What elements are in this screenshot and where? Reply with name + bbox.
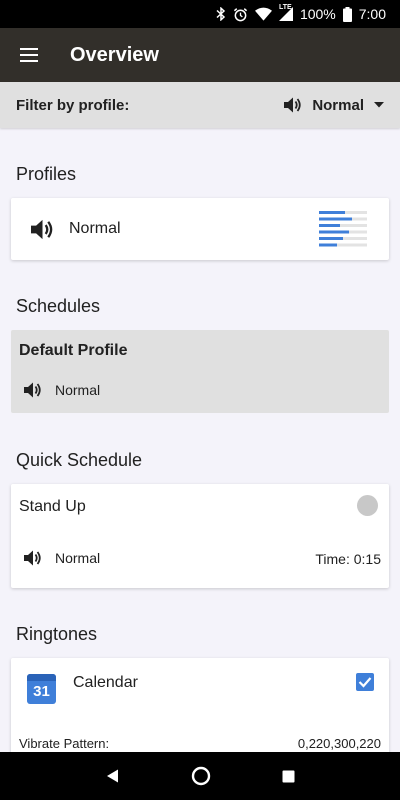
vibrate-pattern-value: 0,220,300,220 [297, 736, 381, 751]
app-bar: Overview [0, 28, 400, 82]
profile-filter-dropdown[interactable]: Normal [284, 97, 384, 114]
bluetooth-icon [216, 7, 226, 21]
clock: 7:00 [358, 6, 386, 22]
profile-name: Normal [69, 220, 121, 237]
navigation-bar [0, 752, 400, 800]
vibrate-pattern-label: Vibrate Pattern: [19, 736, 110, 751]
ringtone-card-calendar[interactable]: 31 Calendar Vibrate Pattern: 0,220,300,2… [11, 658, 389, 758]
schedule-profile: Normal [55, 382, 101, 398]
schedule-name: Default Profile [19, 342, 128, 359]
schedules-section-title: Schedules [16, 296, 101, 316]
profiles-section-title: Profiles [16, 164, 77, 184]
ringtones-section-title: Ringtones [16, 624, 98, 644]
schedule-card-default[interactable]: Default Profile Normal [11, 330, 389, 413]
filter-value: Normal [312, 96, 364, 114]
calendar-app-icon: 31 [27, 674, 56, 704]
menu-icon [20, 48, 38, 62]
quick-schedule-card[interactable]: Stand Up Normal Time: 0:15 [11, 484, 389, 588]
check-icon [358, 677, 372, 688]
menu-button[interactable] [0, 28, 56, 82]
calendar-day: 31 [33, 683, 50, 700]
volume-icon [284, 97, 301, 113]
quick-schedule-section-title: Quick Schedule [16, 450, 143, 470]
cell-signal: LTE [278, 4, 293, 21]
network-type: LTE [278, 4, 292, 11]
alarm-icon [233, 7, 248, 21]
home-icon[interactable] [191, 766, 211, 786]
profile-levels-icon [319, 211, 367, 247]
dropdown-arrow-icon [374, 102, 384, 108]
ringtone-checkbox[interactable] [356, 673, 374, 691]
recents-icon[interactable] [282, 770, 295, 783]
battery-percent: 100% [299, 6, 336, 22]
filter-label: Filter by profile: [16, 96, 130, 114]
volume-icon [31, 219, 53, 239]
profile-card-normal[interactable]: Normal [11, 198, 389, 260]
volume-icon [24, 550, 41, 566]
wifi-icon [254, 7, 272, 21]
ringtone-name: Calendar [73, 674, 138, 691]
back-icon[interactable] [106, 769, 120, 783]
status-bar: LTE 100% 7:00 [0, 0, 400, 28]
volume-icon [24, 382, 41, 398]
battery-icon [342, 6, 352, 22]
quick-schedule-profile: Normal [55, 550, 101, 566]
quick-schedule-time: Time: 0:15 [315, 551, 381, 567]
quick-schedule-toggle[interactable] [357, 495, 378, 516]
quick-schedule-name: Stand Up [19, 498, 86, 515]
filter-bar: Filter by profile: Normal [0, 82, 400, 128]
app-title: Overview [70, 43, 159, 66]
